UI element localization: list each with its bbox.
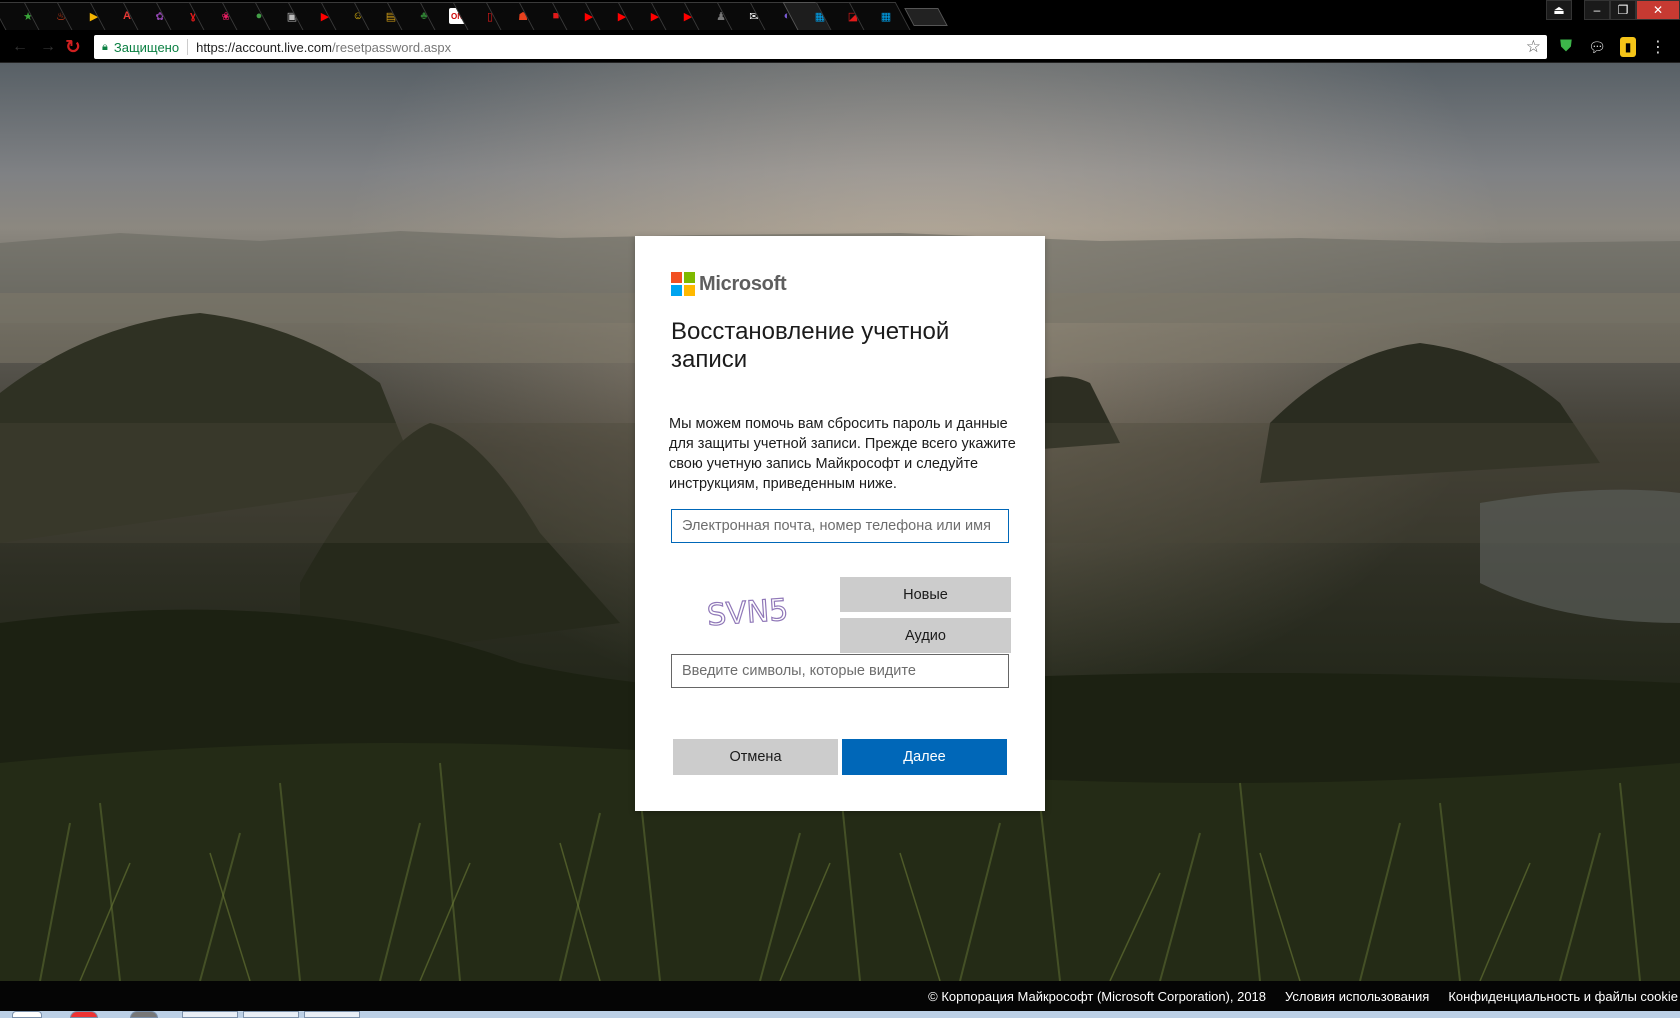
page-title: Восстановление учетной записи [671,318,950,373]
microsoft-brand: Microsoft [671,272,787,296]
reload-icon[interactable]: ↻ [63,37,83,58]
next-button[interactable]: Далее [842,739,1007,775]
logo-square-green [684,272,695,283]
close-window-button[interactable]: ✕ [1636,0,1680,20]
address-bar[interactable]: 🔒︎ Защищено https://account.live.com/res… [94,35,1547,59]
window-controls: ⏏ – ❐ ✕ [1546,0,1680,20]
taskbar-app-other[interactable] [304,1011,360,1018]
logo-square-red [671,272,682,283]
captcha-image: SVN5 [705,592,790,634]
account-input[interactable] [671,509,1009,543]
back-arrow-icon[interactable]: ← [10,37,30,57]
browser-menu-icon[interactable]: ⋮ [1648,37,1668,57]
address-separator [187,39,189,55]
logo-square-yellow [684,285,695,296]
taskbar-app-opera[interactable] [70,1011,98,1018]
taskbar-app-grey[interactable] [130,1011,158,1018]
adblock-shield-icon[interactable]: ⛊ [1556,37,1576,57]
profile-icon[interactable]: ⏏ [1546,0,1572,20]
captcha-input[interactable] [671,654,1009,688]
audio-captcha-button[interactable]: Аудио [840,618,1011,653]
url-path: /resetpassword.aspx [331,39,452,55]
privacy-link[interactable]: Конфиденциальность и файлы cookie [1448,989,1678,1004]
lock-icon: 🔒︎ [102,40,108,53]
taskbar-app-explorer[interactable] [243,1011,299,1018]
captcha-characters: SVN5 [706,593,789,634]
account-recovery-dialog: Microsoft Восстановление учетной записи … [635,236,1045,811]
yellow-extension-icon[interactable]: ▮ [1620,37,1636,57]
microsoft-logo-icon [671,272,695,296]
bookmark-star-icon[interactable]: ☆ [1526,37,1541,57]
microsoft-icon: ▦ [880,10,892,23]
new-captcha-button[interactable]: Новые [840,577,1011,612]
minimize-button[interactable]: – [1584,0,1610,20]
chat-bubble-icon[interactable]: 💬︎ [1587,37,1607,57]
logo-square-blue [671,285,682,296]
new-tab-button[interactable] [904,8,948,26]
secure-label: Защищено [113,39,180,55]
instructions-text: Мы можем помочь вам сбросить пароль и да… [669,416,1016,492]
footer-links: © Корпорация Майкрософт (Microsoft Corpo… [928,989,1680,1004]
page-footer: © Корпорация Майкрософт (Microsoft Corpo… [0,981,1680,1011]
taskbar-app-chrome[interactable] [182,1011,238,1018]
start-button[interactable] [12,1011,42,1018]
browser-tab-strip: ★Ос♨Ки▶БеAЩ✿ИнɣОк❀Зо●Си▣Ли▶Нс☺Ко▤Мо♣ЛиON… [0,0,1680,30]
browser-tab[interactable]: ▦Во [864,2,897,30]
browser-toolbar: ← → ↻ 🔒︎ Защищено https://account.live.c… [0,30,1680,63]
terms-link[interactable]: Условия использования [1285,989,1429,1004]
cancel-button[interactable]: Отмена [673,739,838,775]
url-host: https://account.live.com [196,39,332,55]
forward-arrow-icon[interactable]: → [38,37,58,57]
tab-list: ★Ос♨Ки▶БеAЩ✿ИнɣОк❀Зо●Си▣Ли▶Нс☺Ко▤Мо♣ЛиON… [6,0,948,30]
brand-name: Microsoft [699,272,787,295]
maximize-button[interactable]: ❐ [1610,0,1636,20]
copyright-text: © Корпорация Майкрософт (Microsoft Corpo… [928,989,1267,1004]
